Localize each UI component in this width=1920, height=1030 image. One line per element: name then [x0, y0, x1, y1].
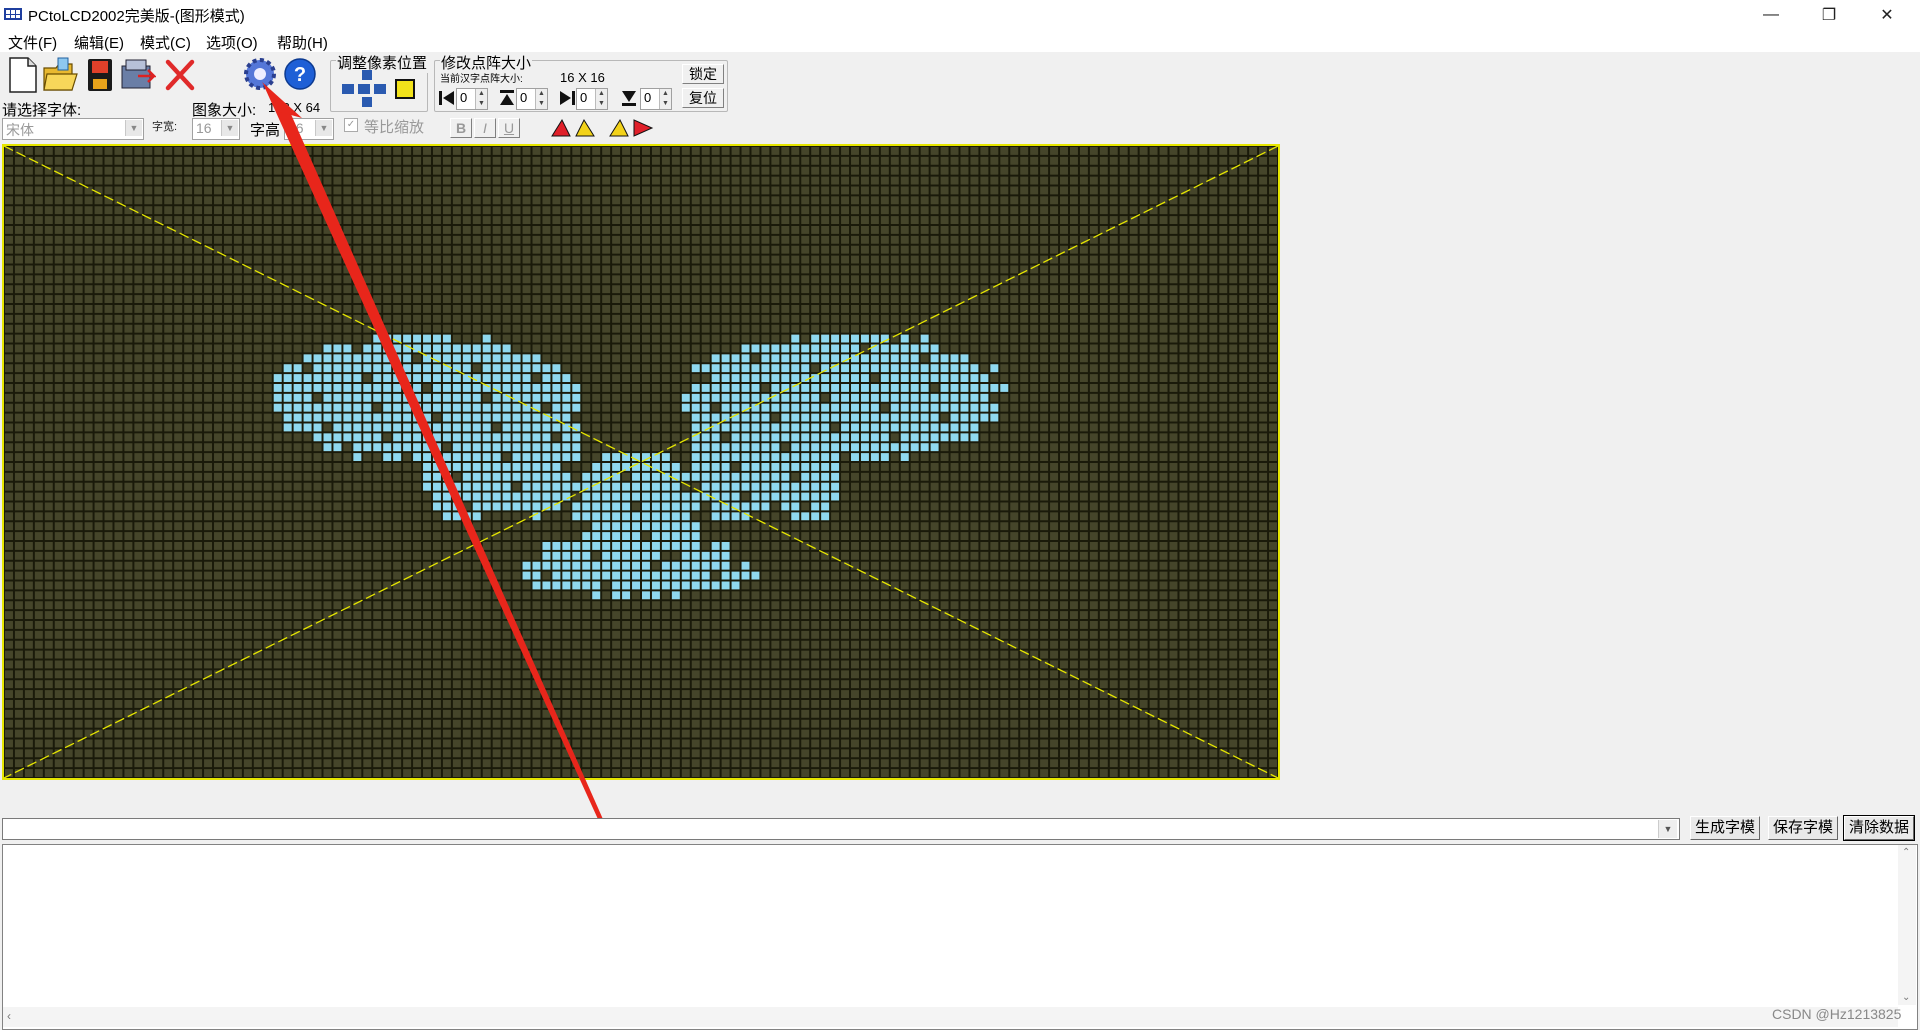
font-label: 请选择字体:	[2, 102, 82, 119]
scroll-down-icon[interactable]: ⌄	[1902, 992, 1910, 1003]
scroll-left-icon[interactable]: ‹	[7, 1009, 11, 1023]
chevron-down-icon[interactable]: ▼	[221, 120, 238, 136]
bold-button[interactable]: B	[450, 118, 472, 138]
proportional-label: 等比缩放	[364, 119, 425, 136]
font-select[interactable]: 宋体 ▼	[2, 118, 144, 140]
right-spin-value: 0	[580, 90, 588, 105]
spin-arrows-icon[interactable]: ▲ ▼	[659, 89, 671, 109]
title-bar	[0, 0, 1920, 30]
char-width-label: 字宽:	[152, 121, 178, 133]
char-height-select[interactable]: 16 ▼	[284, 118, 334, 140]
left-spin[interactable]: 0 ▲ ▼	[456, 88, 488, 110]
move-up-icon[interactable]	[498, 89, 516, 107]
chevron-down-icon[interactable]: ▼	[315, 120, 332, 136]
close-button[interactable]: ✕	[1858, 0, 1916, 30]
clear-data-button[interactable]: 清除数据	[1843, 815, 1915, 841]
pixel-shift-arrows-icon[interactable]	[338, 70, 422, 108]
lock-button[interactable]: 锁定	[682, 64, 724, 84]
save-disk-icon[interactable]	[82, 56, 118, 94]
window-title: PCtoLCD2002完美版-(图形模式)	[28, 8, 245, 25]
output-textarea[interactable]	[2, 844, 1918, 1030]
minimize-button[interactable]: —	[1742, 0, 1800, 30]
save-font-button[interactable]: 保存字模	[1768, 816, 1838, 840]
flip-vertical-icon[interactable]	[608, 118, 654, 138]
font-select-value: 宋体	[6, 122, 34, 138]
data-format-select[interactable]: ▼	[2, 818, 1680, 840]
italic-button[interactable]: I	[474, 118, 496, 138]
svg-text:?: ?	[294, 64, 306, 86]
menu-edit[interactable]: 编辑(E)	[74, 32, 124, 53]
bottom-spin-value: 0	[644, 90, 652, 105]
delete-x-icon[interactable]	[162, 56, 198, 94]
char-width-select[interactable]: 16 ▼	[192, 118, 240, 140]
horizontal-scrollbar[interactable]: ‹	[3, 1007, 1898, 1027]
flip-horizontal-icon[interactable]	[550, 118, 596, 138]
menu-options[interactable]: 选项(O)	[206, 32, 258, 53]
current-matrix-label: 当前汉字点阵大小:	[440, 74, 523, 85]
image-size-value: 128 X 64	[268, 100, 321, 115]
menu-file[interactable]: 文件(F)	[8, 32, 57, 53]
help-icon[interactable]: ?	[282, 54, 318, 92]
pixel-canvas[interactable]	[2, 144, 1280, 780]
top-spin[interactable]: 0 ▲ ▼	[516, 88, 548, 110]
proportional-checkbox[interactable]: ✓	[344, 118, 358, 132]
spin-arrows-icon[interactable]: ▲ ▼	[475, 89, 487, 109]
scroll-up-icon[interactable]: ⌃	[1902, 847, 1910, 858]
top-spin-value: 0	[520, 90, 528, 105]
pixel-grid[interactable]	[4, 146, 1278, 778]
watermark-text: CSDN @Hz1213825	[1772, 1006, 1902, 1022]
spin-arrows-icon[interactable]: ▲ ▼	[535, 89, 547, 109]
current-matrix-value: 16 X 16	[560, 70, 605, 85]
app-icon	[4, 8, 22, 20]
move-right-icon[interactable]	[558, 89, 576, 107]
maximize-button[interactable]: ❐	[1800, 0, 1858, 30]
settings-gear-icon[interactable]	[242, 54, 278, 92]
export-icon[interactable]	[120, 56, 156, 94]
reset-button[interactable]: 复位	[682, 88, 724, 108]
vertical-scrollbar[interactable]: ⌃ ⌄	[1898, 845, 1916, 1005]
move-down-icon[interactable]	[620, 89, 638, 107]
new-file-icon[interactable]	[4, 56, 40, 94]
generate-font-button[interactable]: 生成字模	[1690, 816, 1760, 840]
underline-button[interactable]: U	[498, 118, 520, 138]
open-folder-icon[interactable]	[42, 56, 78, 94]
chevron-down-icon[interactable]: ▼	[125, 120, 142, 136]
left-spin-value: 0	[460, 90, 468, 105]
right-spin[interactable]: 0 ▲ ▼	[576, 88, 608, 110]
menu-mode[interactable]: 模式(C)	[140, 32, 191, 53]
chevron-down-icon[interactable]: ▼	[1658, 820, 1677, 838]
move-left-icon[interactable]	[438, 89, 456, 107]
menu-help[interactable]: 帮助(H)	[277, 32, 328, 53]
image-size-label: 图象大小:	[192, 102, 257, 119]
bottom-spin[interactable]: 0 ▲ ▼	[640, 88, 672, 110]
char-width-value: 16	[196, 120, 212, 136]
char-height-value: 16	[288, 120, 304, 136]
char-height-label: 字高	[250, 122, 281, 139]
spin-arrows-icon[interactable]: ▲ ▼	[595, 89, 607, 109]
